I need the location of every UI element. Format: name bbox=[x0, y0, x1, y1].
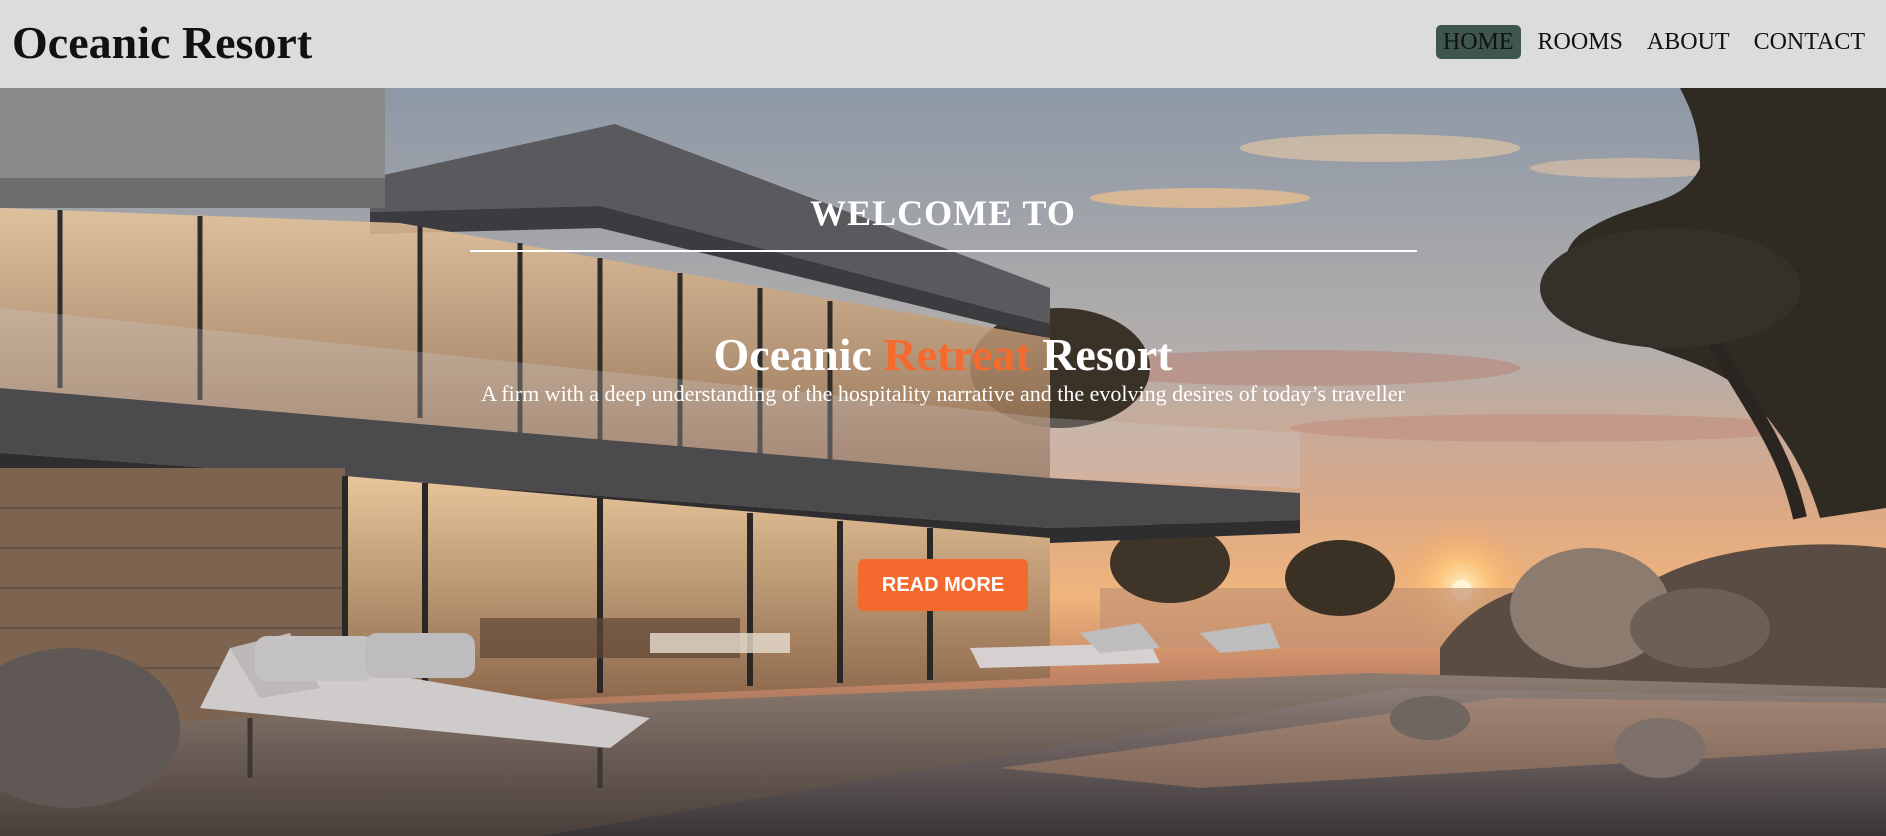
read-more-button[interactable]: READ MORE bbox=[858, 559, 1028, 611]
hero-divider bbox=[470, 250, 1417, 252]
hero-title-accent: Retreat bbox=[883, 329, 1031, 380]
nav-contact[interactable]: CONTACT bbox=[1747, 25, 1872, 59]
nav-about[interactable]: ABOUT bbox=[1640, 25, 1737, 59]
hero-title-part2: Resort bbox=[1030, 329, 1173, 380]
hero-title-part1: Oceanic bbox=[713, 329, 884, 380]
hero-title: Oceanic Retreat Resort bbox=[0, 328, 1886, 382]
nav-rooms[interactable]: ROOMS bbox=[1531, 25, 1630, 59]
nav-home[interactable]: HOME bbox=[1435, 25, 1521, 59]
site-header: Oceanic Resort HOME ROOMS ABOUT CONTACT bbox=[0, 0, 1886, 88]
hero-tagline: A firm with a deep understanding of the … bbox=[481, 381, 1405, 406]
hero-welcome-heading: WELCOME TO bbox=[810, 193, 1076, 233]
hero-section: WELCOME TO Oceanic Retreat Resort A firm… bbox=[0, 88, 1886, 836]
site-brand[interactable]: Oceanic Resort bbox=[12, 14, 312, 72]
main-nav: HOME ROOMS ABOUT CONTACT bbox=[1426, 25, 1872, 59]
